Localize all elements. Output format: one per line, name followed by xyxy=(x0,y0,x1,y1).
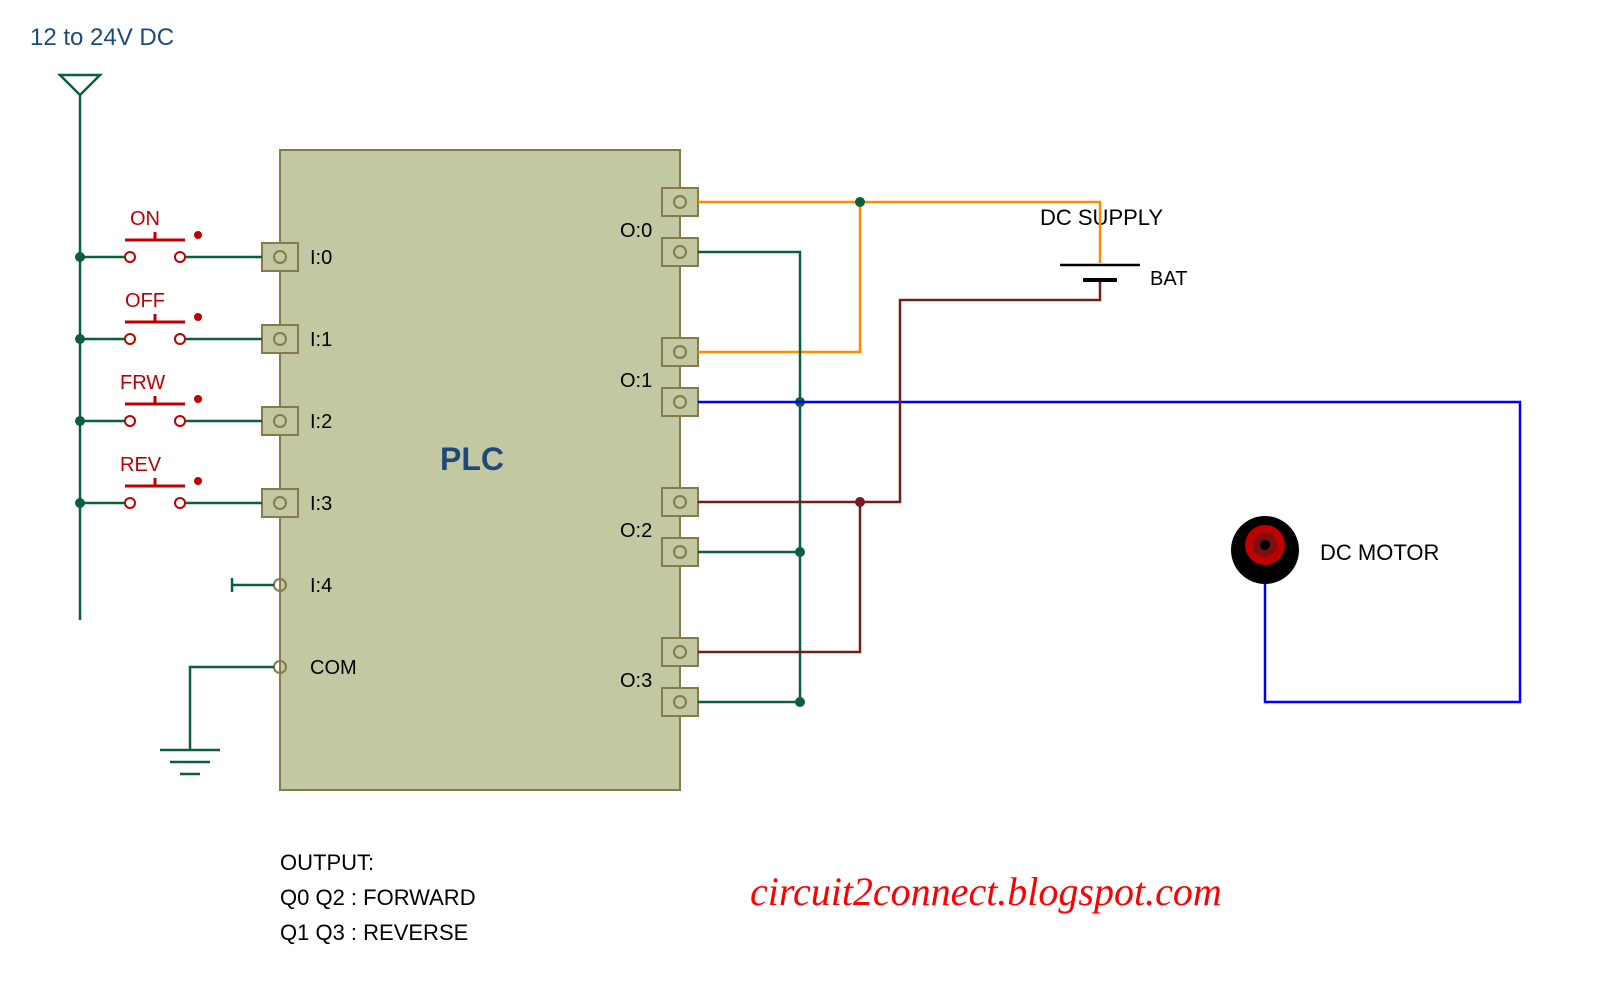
switch-on: ON xyxy=(75,208,262,262)
dc-motor-icon: DC MOTOR xyxy=(1231,516,1439,584)
label-o3: O:3 xyxy=(620,670,652,692)
node-green-552 xyxy=(795,547,805,557)
input-pin-i1: I:1 xyxy=(262,325,332,353)
label-o0: O:0 xyxy=(620,220,652,242)
svg-text:REV: REV xyxy=(120,454,162,476)
switch-off: OFF xyxy=(75,290,262,344)
label-com: COM xyxy=(310,657,357,679)
switch-frw: FRW xyxy=(75,372,262,426)
ground-symbol-icon xyxy=(160,667,274,774)
svg-text:ON: ON xyxy=(130,208,160,230)
label-i4: I:4 xyxy=(310,575,332,597)
voltage-label: 12 to 24V DC xyxy=(30,24,174,51)
output-line2: Q1 Q3 : REVERSE xyxy=(280,920,468,945)
label-o2: O:2 xyxy=(620,520,652,542)
watermark: circuit2connect.blogspot.com xyxy=(750,869,1222,914)
node-darkred xyxy=(855,497,865,507)
svg-text:BAT: BAT xyxy=(1150,268,1187,290)
output-header: OUTPUT: xyxy=(280,850,374,875)
node-orange xyxy=(855,197,865,207)
input-pin-i0: I:0 xyxy=(262,243,332,271)
svg-text:DC SUPPLY: DC SUPPLY xyxy=(1040,205,1163,230)
plc-wiring-diagram: 12 to 24V DC PLC I:0 I:1 I:2 I:3 I:4 xyxy=(0,0,1600,994)
svg-text:OFF: OFF xyxy=(125,290,165,312)
label-i0: I:0 xyxy=(310,247,332,269)
svg-text:FRW: FRW xyxy=(120,372,165,394)
label-o1: O:1 xyxy=(620,370,652,392)
wire-green-bus xyxy=(698,252,800,702)
node-green-702 xyxy=(795,697,805,707)
plc-title: PLC xyxy=(440,441,504,477)
wire-o3-join-darkred xyxy=(698,502,860,652)
switch-rev: REV xyxy=(75,454,262,508)
label-i1: I:1 xyxy=(310,329,332,351)
power-arrow-icon xyxy=(60,75,100,95)
motor-label: DC MOTOR xyxy=(1320,540,1439,565)
output-line1: Q0 Q2 : FORWARD xyxy=(280,885,476,910)
input-pin-i3: I:3 xyxy=(262,489,332,517)
input-pin-i2: I:2 xyxy=(262,407,332,435)
wire-o1-to-o0-orange xyxy=(698,202,860,352)
wire-o2-bat-neg xyxy=(698,282,1100,502)
label-i2: I:2 xyxy=(310,411,332,433)
label-i3: I:3 xyxy=(310,493,332,515)
dc-supply: DC SUPPLY BAT xyxy=(1040,205,1187,290)
